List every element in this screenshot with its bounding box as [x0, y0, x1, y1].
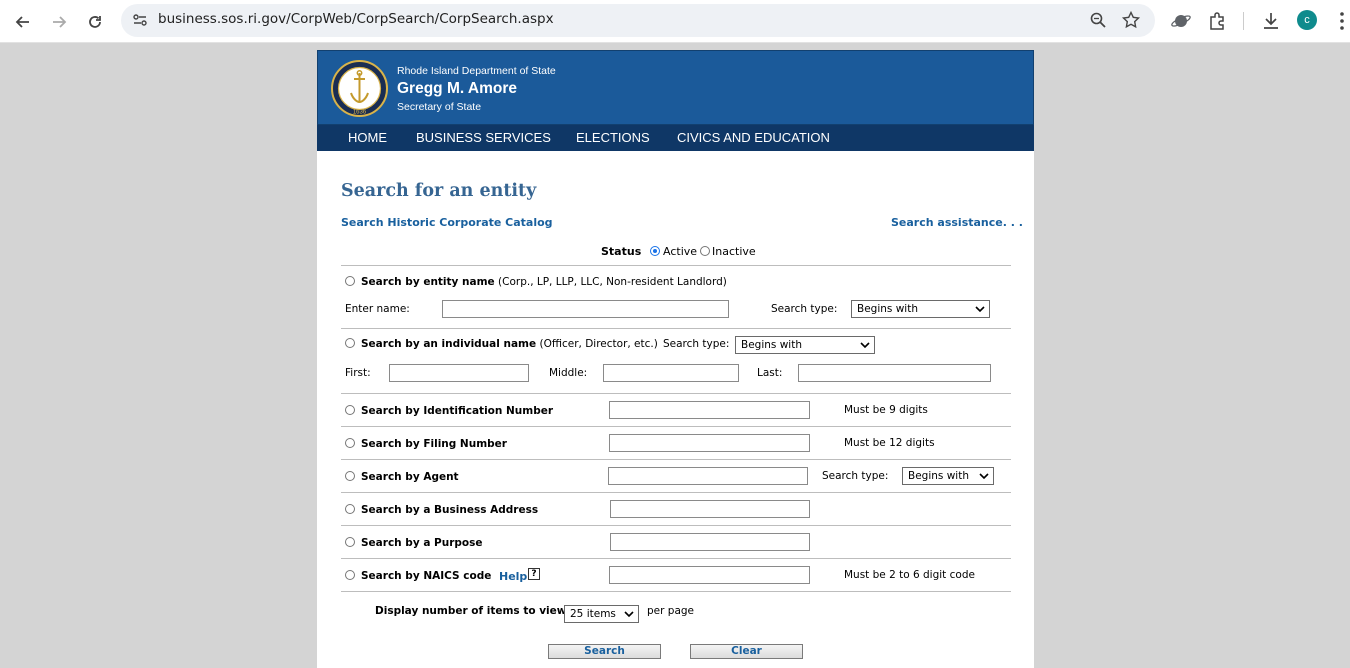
- chevron-down-icon: [975, 306, 985, 313]
- chevron-down-icon: [860, 342, 870, 349]
- status-inactive-radio[interactable]: [700, 246, 710, 256]
- filing-number-hint: Must be 12 digits: [844, 437, 935, 449]
- business-address-option: Search by a Business Address: [361, 504, 539, 516]
- nav-civics-education[interactable]: CIVICS AND EDUCATION: [677, 130, 830, 145]
- browser-menu-icon[interactable]: [1334, 10, 1350, 32]
- naics-radio[interactable]: [345, 570, 355, 580]
- divider: [341, 591, 1011, 592]
- entity-name-option: Search by entity name (Corp., LP, LLP, L…: [361, 276, 727, 288]
- individual-name-radio[interactable]: [345, 338, 355, 348]
- bookmark-star-icon[interactable]: [1121, 10, 1141, 30]
- agent-radio[interactable]: [345, 471, 355, 481]
- back-icon[interactable]: [9, 8, 37, 36]
- reload-icon[interactable]: [81, 8, 109, 36]
- middle-name-label: Middle:: [549, 367, 588, 379]
- extensions-puzzle-icon[interactable]: [1207, 10, 1229, 32]
- divider: [341, 426, 1011, 427]
- divider: [341, 393, 1011, 394]
- divider: [341, 525, 1011, 526]
- agent-search-type-select[interactable]: Begins with: [902, 467, 994, 485]
- id-number-radio[interactable]: [345, 405, 355, 415]
- site-settings-icon[interactable]: [131, 11, 149, 29]
- agent-option: Search by Agent: [361, 471, 459, 483]
- search-assistance-link[interactable]: Search assistance. . .: [891, 216, 1023, 229]
- url-text[interactable]: business.sos.ri.gov/CorpWeb/CorpSearch/C…: [158, 11, 554, 27]
- enter-name-label: Enter name:: [345, 303, 410, 315]
- naics-hint: Must be 2 to 6 digit code: [844, 569, 975, 581]
- zoom-icon[interactable]: [1089, 11, 1107, 29]
- download-icon[interactable]: [1260, 10, 1282, 32]
- id-number-hint: Must be 9 digits: [844, 404, 928, 416]
- official-title: Secretary of State: [397, 101, 482, 113]
- entity-name-radio[interactable]: [345, 276, 355, 286]
- divider: [341, 459, 1011, 460]
- purpose-input[interactable]: [610, 533, 810, 551]
- forward-icon[interactable]: [45, 8, 73, 36]
- id-number-option: Search by Identification Number: [361, 405, 554, 417]
- entity-name-input[interactable]: [442, 300, 729, 318]
- agent-search-type-label: Search type:: [822, 470, 889, 482]
- entity-search-type-label: Search type:: [771, 303, 838, 315]
- individual-search-type-label: Search type:: [663, 338, 730, 350]
- page-container: 1636 Rhode Island Department of State Gr…: [317, 50, 1034, 668]
- status-active-radio[interactable]: [650, 246, 660, 256]
- chevron-down-icon: [979, 473, 989, 480]
- middle-name-input[interactable]: [603, 364, 739, 382]
- address-bar[interactable]: business.sos.ri.gov/CorpWeb/CorpSearch/C…: [121, 4, 1155, 37]
- filing-number-input[interactable]: [609, 434, 810, 452]
- first-name-input[interactable]: [389, 364, 529, 382]
- search-button[interactable]: Search: [548, 644, 661, 659]
- historic-catalog-link[interactable]: Search Historic Corporate Catalog: [341, 216, 553, 229]
- business-address-input[interactable]: [610, 500, 810, 518]
- entity-search-type-select[interactable]: Begins with: [851, 300, 990, 318]
- agent-input[interactable]: [608, 467, 808, 485]
- id-number-input[interactable]: [609, 401, 810, 419]
- nav-business-services[interactable]: BUSINESS SERVICES: [416, 130, 551, 145]
- clear-button[interactable]: Clear: [690, 644, 803, 659]
- browser-toolbar: business.sos.ri.gov/CorpWeb/CorpSearch/C…: [0, 0, 1350, 43]
- nav-home[interactable]: HOME: [348, 130, 387, 145]
- state-seal-logo: 1636: [331, 60, 388, 117]
- status-inactive-label: Inactive: [712, 245, 756, 258]
- status-label: Status: [601, 245, 642, 258]
- naics-input[interactable]: [609, 566, 810, 584]
- last-name-input[interactable]: [798, 364, 991, 382]
- purpose-option: Search by a Purpose: [361, 537, 483, 549]
- site-header: 1636 Rhode Island Department of State Gr…: [317, 50, 1034, 125]
- individual-name-option: Search by an individual name (Officer, D…: [361, 338, 658, 350]
- status-active-label: Active: [663, 245, 698, 258]
- last-name-label: Last:: [757, 367, 783, 379]
- divider: [341, 558, 1011, 559]
- naics-help-link[interactable]: Help: [499, 570, 527, 583]
- divider: [341, 492, 1011, 493]
- filing-number-radio[interactable]: [345, 438, 355, 448]
- svg-text:1636: 1636: [353, 110, 367, 116]
- divider: [341, 328, 1011, 329]
- purpose-radio[interactable]: [345, 537, 355, 547]
- divider: [341, 265, 1011, 266]
- per-page-label: per page: [647, 605, 695, 617]
- first-name-label: First:: [345, 367, 371, 379]
- page-title: Search for an entity: [341, 181, 537, 201]
- filing-number-option: Search by Filing Number: [361, 438, 507, 450]
- individual-search-type-select[interactable]: Begins with: [735, 336, 875, 354]
- profile-avatar[interactable]: c: [1297, 10, 1317, 30]
- items-per-page-select[interactable]: 25 items: [564, 605, 639, 623]
- naics-option: Search by NAICS code: [361, 570, 492, 582]
- main-nav: HOME BUSINESS SERVICES ELECTIONS CIVICS …: [317, 125, 1034, 151]
- department-name: Rhode Island Department of State: [397, 65, 556, 77]
- toolbar-divider: [1243, 12, 1244, 30]
- chevron-down-icon: [624, 611, 634, 618]
- extension-planet-icon[interactable]: [1170, 10, 1192, 32]
- official-name: Gregg M. Amore: [397, 80, 517, 97]
- nav-elections[interactable]: ELECTIONS: [576, 130, 650, 145]
- business-address-radio[interactable]: [345, 504, 355, 514]
- help-icon[interactable]: ?: [528, 568, 540, 580]
- display-items-label: Display number of items to view:: [375, 605, 571, 617]
